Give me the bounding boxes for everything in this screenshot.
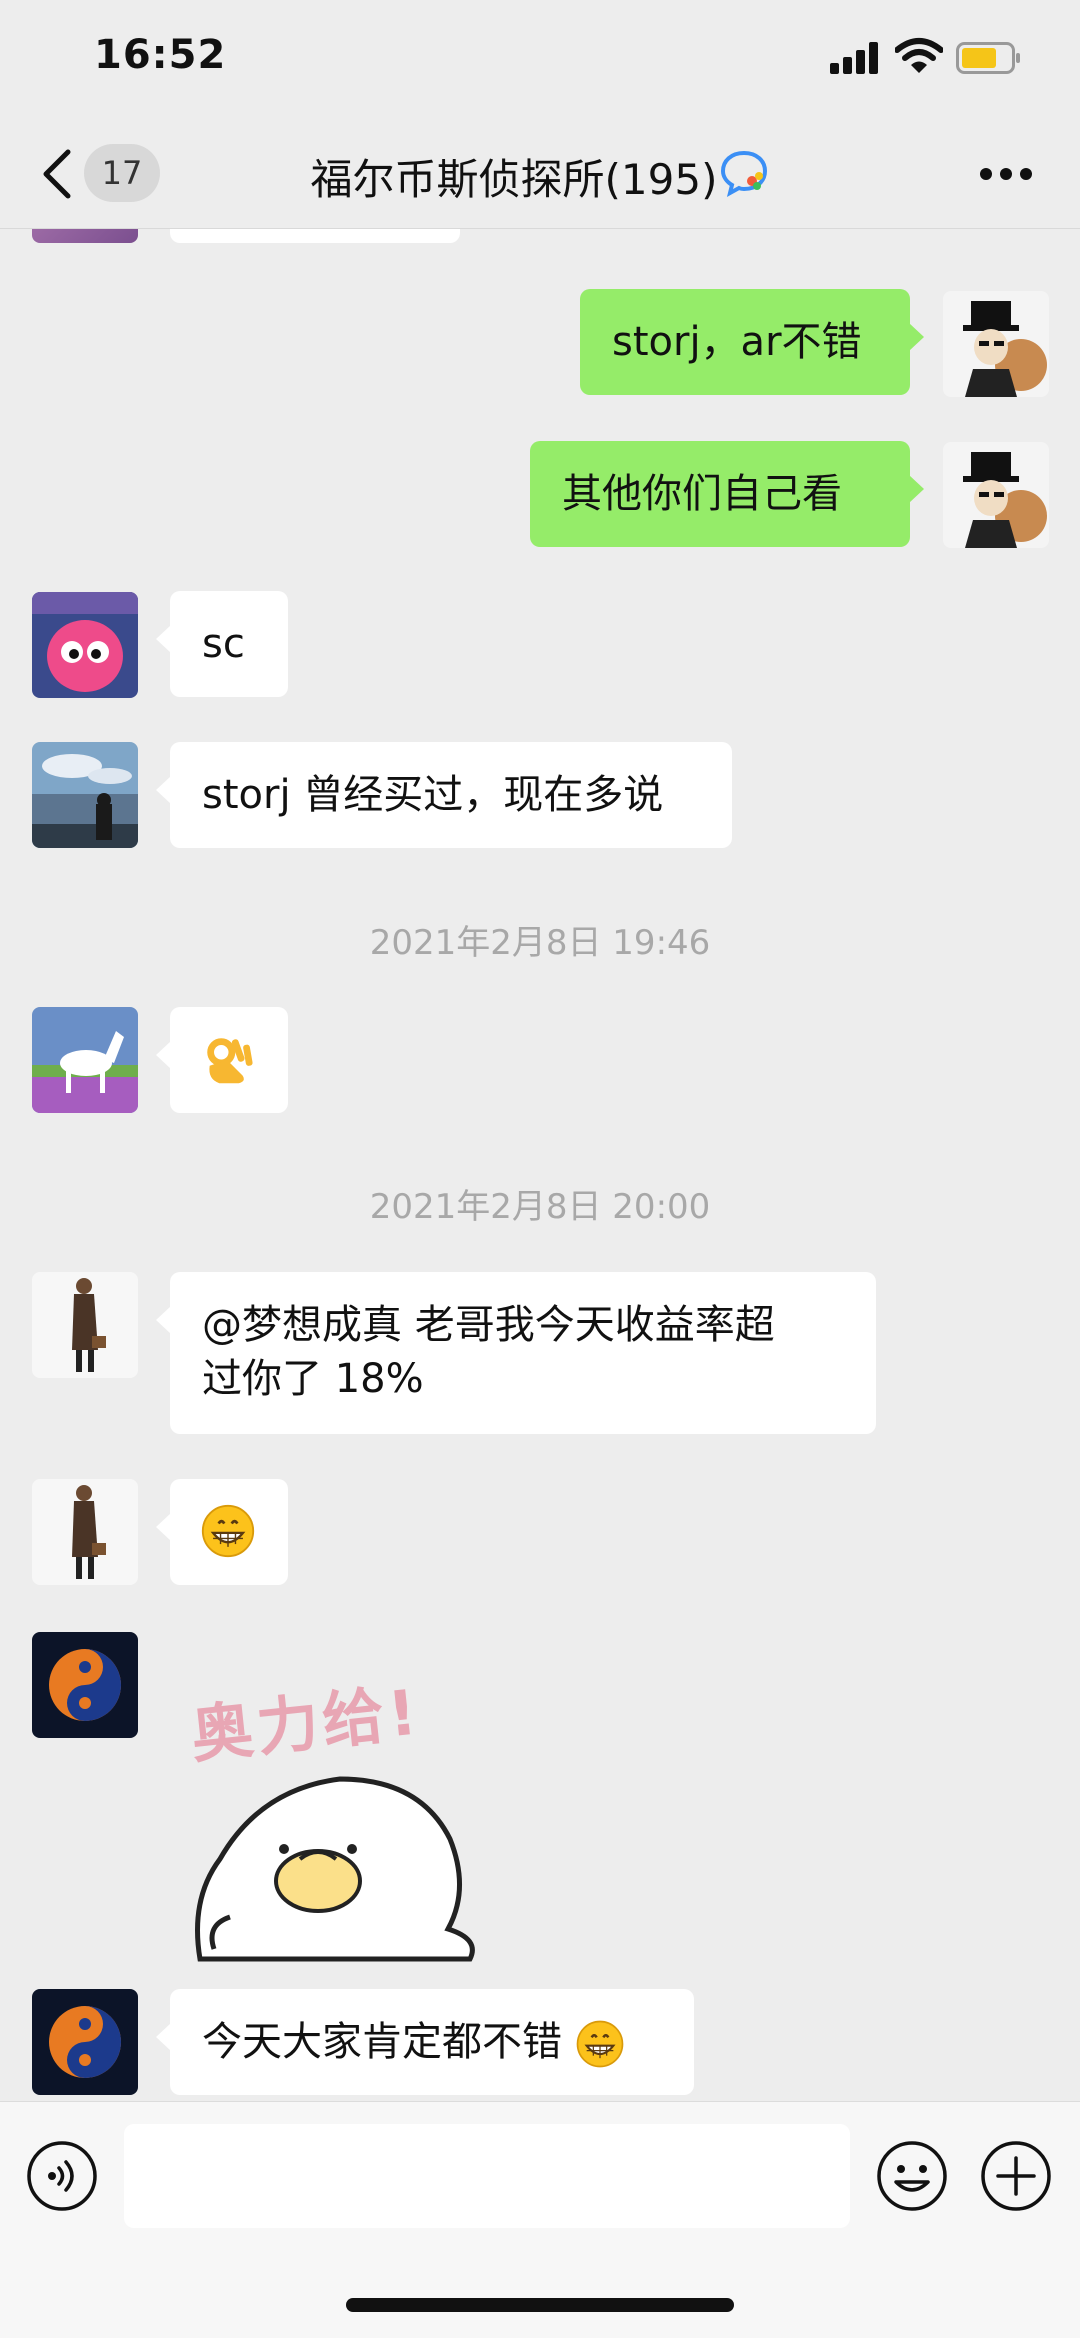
message-text: 其他你们自己看 [562,471,842,517]
chat-title-container: 福尔币斯侦探所(195) [0,146,1080,207]
emoji-message-bubble[interactable] [156,1007,288,1113]
chat-header: 17 福尔币斯侦探所(195) [0,120,1080,229]
sender-avatar[interactable] [32,1007,138,1113]
message-bubble-sent[interactable]: 其他你们自己看 [530,441,924,547]
enterprise-chat-icon [721,150,768,197]
message-bubble-received[interactable]: 今天大家肯定都不错 [156,1989,694,2095]
status-bar: 16:52 [0,0,1080,120]
add-attachment-icon[interactable] [980,2140,1052,2212]
message-timestamp: 2021年2月8日 20:00 [369,1187,711,1227]
message-text: storj，ar不错 [612,319,862,365]
message-text: 今天大家肯定都不错 [202,2019,562,2065]
voice-input-icon[interactable] [26,2140,98,2212]
ok-hand-emoji-icon [207,1038,253,1084]
grinning-emoji-icon [576,2020,624,2068]
message-bubble-received[interactable]: sc [156,591,288,697]
sender-avatar[interactable] [32,592,138,698]
message-text: storj 曾经买过，现在多说 [202,772,664,818]
message-text-line: @梦想成真 老哥我今天收益率超 [202,1302,775,1348]
message-text-line: 过你了 18% [202,1356,424,1402]
message-bubble-received[interactable]: @梦想成真 老哥我今天收益率超 过你了 18% [156,1272,876,1434]
message-text: sc [202,621,245,667]
message-list[interactable]: storj，ar不错 其他你们自己看 sc storj 曾经买过，现在多说 20… [0,229,1080,2101]
battery-icon [956,42,1020,74]
avatar[interactable] [32,229,138,243]
signal-icon [830,42,878,74]
sender-avatar[interactable] [32,1272,138,1378]
sender-avatar[interactable] [32,1989,138,2095]
sender-avatar[interactable] [32,1479,138,1585]
message-bubble-sent[interactable]: storj，ar不错 [580,289,924,395]
partial-message-bubble[interactable] [170,229,460,243]
emoji-picker-icon[interactable] [876,2140,948,2212]
sender-avatar[interactable] [32,1632,138,1738]
message-timestamp: 2021年2月8日 19:46 [369,923,711,963]
message-bubble-received[interactable]: storj 曾经买过，现在多说 [156,742,732,848]
my-avatar[interactable] [943,442,1049,548]
home-indicator[interactable] [346,2298,734,2312]
wifi-icon [895,38,943,73]
more-options-icon[interactable] [980,168,1032,182]
sender-avatar[interactable] [32,742,138,848]
emoji-message-bubble[interactable] [156,1479,288,1585]
sticker-message[interactable]: 奥力给! [180,1659,490,1969]
status-time: 16:52 [94,32,227,78]
grinning-emoji-icon [201,1504,255,1558]
chat-title-wrapper: 福尔币斯侦探所(195) [311,146,770,207]
chat-title: 福尔币斯侦探所(195) [310,155,718,204]
my-avatar[interactable] [943,291,1049,397]
message-input[interactable] [124,2124,850,2228]
